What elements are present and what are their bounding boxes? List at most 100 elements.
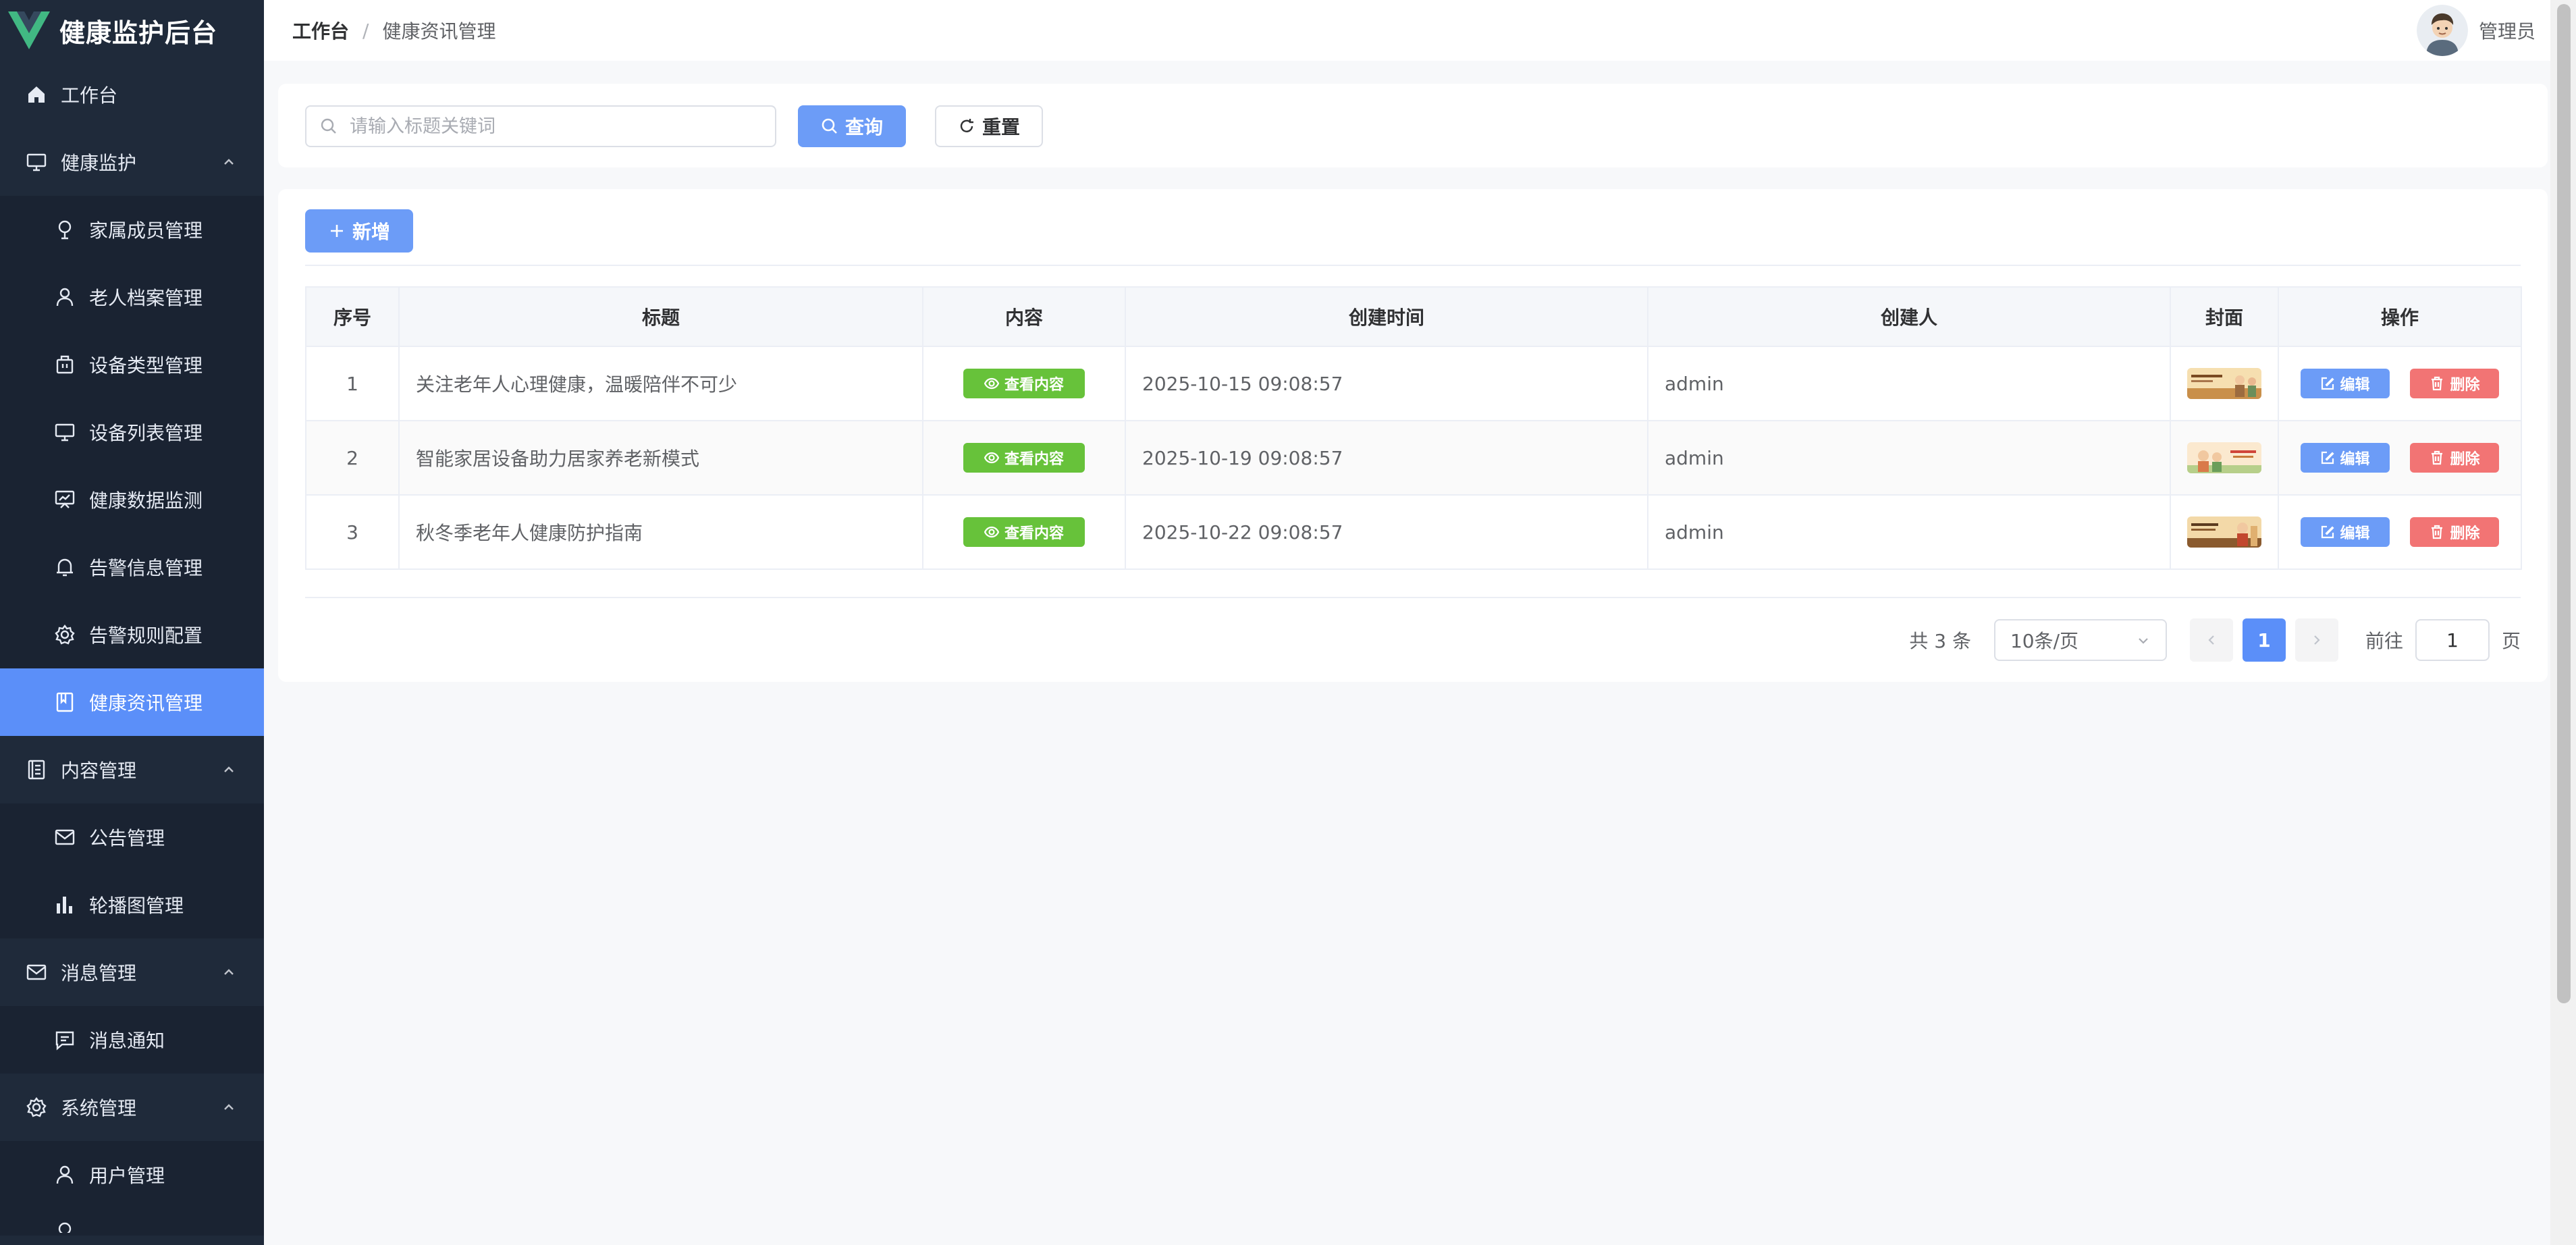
sidebar-group-health-monitor[interactable]: 健康监护 — [0, 128, 264, 196]
document-icon — [28, 760, 45, 780]
view-content-button[interactable]: 查看内容 — [963, 517, 1085, 547]
table-row: 3 秋冬季老年人健康防护指南 查看内容 2025-10-22 09:08:57 … — [305, 494, 2522, 570]
user-icon — [56, 1165, 74, 1184]
breadcrumb-root[interactable]: 工作台 — [292, 17, 349, 44]
edit-button[interactable]: 编辑 — [2300, 517, 2390, 547]
delete-label: 删除 — [2450, 525, 2480, 542]
page-number-button[interactable]: 1 — [2242, 618, 2286, 662]
query-button-label: 查询 — [844, 116, 883, 138]
sidebar-item-label: 家属成员管理 — [89, 219, 203, 242]
cell-index: 1 — [305, 346, 400, 421]
chevron-up-icon — [224, 1104, 234, 1110]
edit-button[interactable]: 编辑 — [2300, 443, 2390, 473]
table-row: 1 关注老年人心理健康，温暖陪伴不可少 查看内容 2025-10-15 09:0… — [305, 346, 2522, 421]
cell-content: 查看内容 — [922, 494, 1126, 570]
view-content-label: 查看内容 — [1004, 525, 1064, 542]
message-icon — [26, 964, 47, 980]
sidebar-item-alarm-rules[interactable]: 告警规则配置 — [0, 601, 264, 668]
sidebar-item-health-data[interactable]: 健康数据监测 — [0, 466, 264, 533]
location-pin-icon — [58, 220, 72, 240]
add-button[interactable]: 新增 — [305, 209, 413, 253]
eye-icon — [984, 526, 999, 538]
sidebar-item-label: 系统管理 — [61, 1097, 137, 1119]
user-icon — [56, 288, 74, 307]
cell-content: 查看内容 — [922, 346, 1126, 421]
cell-creator: admin — [1647, 494, 2171, 570]
avatar[interactable] — [2416, 5, 2468, 56]
delete-button[interactable]: 删除 — [2410, 517, 2500, 547]
notebook-icon — [56, 692, 74, 712]
page-scrollbar[interactable] — [2550, 0, 2576, 1245]
scrollbar-thumb[interactable] — [2557, 4, 2571, 1003]
goto-label: 前往 — [2365, 630, 2403, 652]
chevron-up-icon — [224, 159, 234, 165]
cell-index: 2 — [305, 420, 400, 496]
prev-page-button[interactable] — [2189, 618, 2233, 662]
sidebar-item-device-types[interactable]: 设备类型管理 — [0, 331, 264, 398]
view-content-label: 查看内容 — [1004, 377, 1064, 394]
pagination: 共 3 条 10条/页 1 前往 1 页 — [1909, 618, 2521, 662]
edit-label: 编辑 — [2340, 451, 2370, 468]
trash-icon — [2432, 376, 2443, 391]
chat-icon — [55, 1031, 74, 1051]
sidebar-item-health-news[interactable]: 健康资讯管理 — [0, 668, 264, 736]
app-title: 健康监护后台 — [59, 18, 218, 48]
edit-label: 编辑 — [2340, 377, 2370, 394]
sidebar-item-label: 轮播图管理 — [89, 895, 184, 917]
table-header-row: 序号 标题 内容 创建时间 创建人 封面 操作 — [305, 286, 2522, 347]
view-content-button[interactable]: 查看内容 — [963, 443, 1085, 473]
cell-actions: 编辑 删除 — [2278, 420, 2522, 496]
sidebar-group-system[interactable]: 系统管理 — [0, 1074, 264, 1141]
edit-button[interactable]: 编辑 — [2300, 369, 2390, 398]
sidebar-item-label: 工作台 — [61, 84, 118, 107]
monitor-icon — [55, 423, 75, 442]
delete-button[interactable]: 删除 — [2410, 443, 2500, 473]
sidebar-item-alarm-info[interactable]: 告警信息管理 — [0, 533, 264, 601]
page-size-select[interactable]: 10条/页 — [1993, 619, 2167, 661]
sidebar-group-content[interactable]: 内容管理 — [0, 736, 264, 803]
add-button-label: 新增 — [352, 221, 390, 243]
sidebar-item-users[interactable]: 用户管理 — [0, 1141, 264, 1209]
sidebar-item-label: 健康资讯管理 — [89, 692, 203, 714]
cell-cover — [2170, 494, 2279, 570]
chevron-down-icon — [2139, 638, 2148, 644]
app-logo[interactable]: 健康监护后台 — [0, 0, 264, 61]
cover-thumbnail[interactable] — [2187, 442, 2261, 473]
sidebar-item-dashboard[interactable]: 工作台 — [0, 61, 264, 128]
sidebar-item-partial[interactable] — [0, 1209, 264, 1236]
query-button[interactable]: 查询 — [798, 105, 906, 147]
table-card: 新增 序号 标题 内容 创建时间 创建人 封面 操作 1 关注老年人心理健康，温… — [278, 189, 2548, 682]
cover-thumbnail[interactable] — [2187, 368, 2261, 399]
user-menu[interactable]: 管理员 — [2416, 0, 2535, 61]
cell-index: 3 — [305, 494, 400, 570]
search-icon — [321, 118, 336, 134]
cover-image-icon — [2187, 368, 2261, 399]
search-field[interactable] — [305, 105, 776, 147]
sidebar-item-announcements[interactable]: 公告管理 — [0, 803, 264, 871]
sidebar-item-notifications[interactable]: 消息通知 — [0, 1006, 264, 1074]
sidebar-item-device-list[interactable]: 设备列表管理 — [0, 398, 264, 466]
cell-cover — [2170, 420, 2279, 496]
user-name[interactable]: 管理员 — [2479, 17, 2535, 44]
sidebar-item-elder-profiles[interactable]: 老人档案管理 — [0, 263, 264, 331]
table-footer-divider — [305, 597, 2521, 598]
cover-thumbnail[interactable] — [2187, 516, 2261, 548]
reset-button[interactable]: 重置 — [935, 105, 1043, 147]
sidebar-item-family-members[interactable]: 家属成员管理 — [0, 196, 264, 263]
cell-title: 秋冬季老年人健康防护指南 — [398, 494, 923, 570]
search-icon — [822, 118, 837, 134]
goto-suffix: 页 — [2501, 630, 2521, 652]
search-input[interactable] — [348, 115, 756, 138]
view-content-button[interactable]: 查看内容 — [963, 369, 1085, 398]
sidebar-group-messages[interactable]: 消息管理 — [0, 938, 264, 1006]
cell-created-at: 2025-10-19 09:08:57 — [1125, 420, 1648, 496]
next-page-button[interactable] — [2295, 618, 2338, 662]
news-table: 序号 标题 内容 创建时间 创建人 封面 操作 1 关注老年人心理健康，温暖陪伴… — [305, 286, 2522, 570]
sidebar-item-label: 消息通知 — [89, 1030, 165, 1052]
goto-page-input[interactable]: 1 — [2415, 619, 2490, 661]
table-row: 2 智能家居设备助力居家养老新模式 查看内容 2025-10-19 09:08:… — [305, 420, 2522, 496]
delete-button[interactable]: 删除 — [2410, 369, 2500, 398]
trash-icon — [2432, 525, 2443, 539]
gear-icon — [55, 625, 75, 645]
sidebar-item-carousel[interactable]: 轮播图管理 — [0, 871, 264, 938]
